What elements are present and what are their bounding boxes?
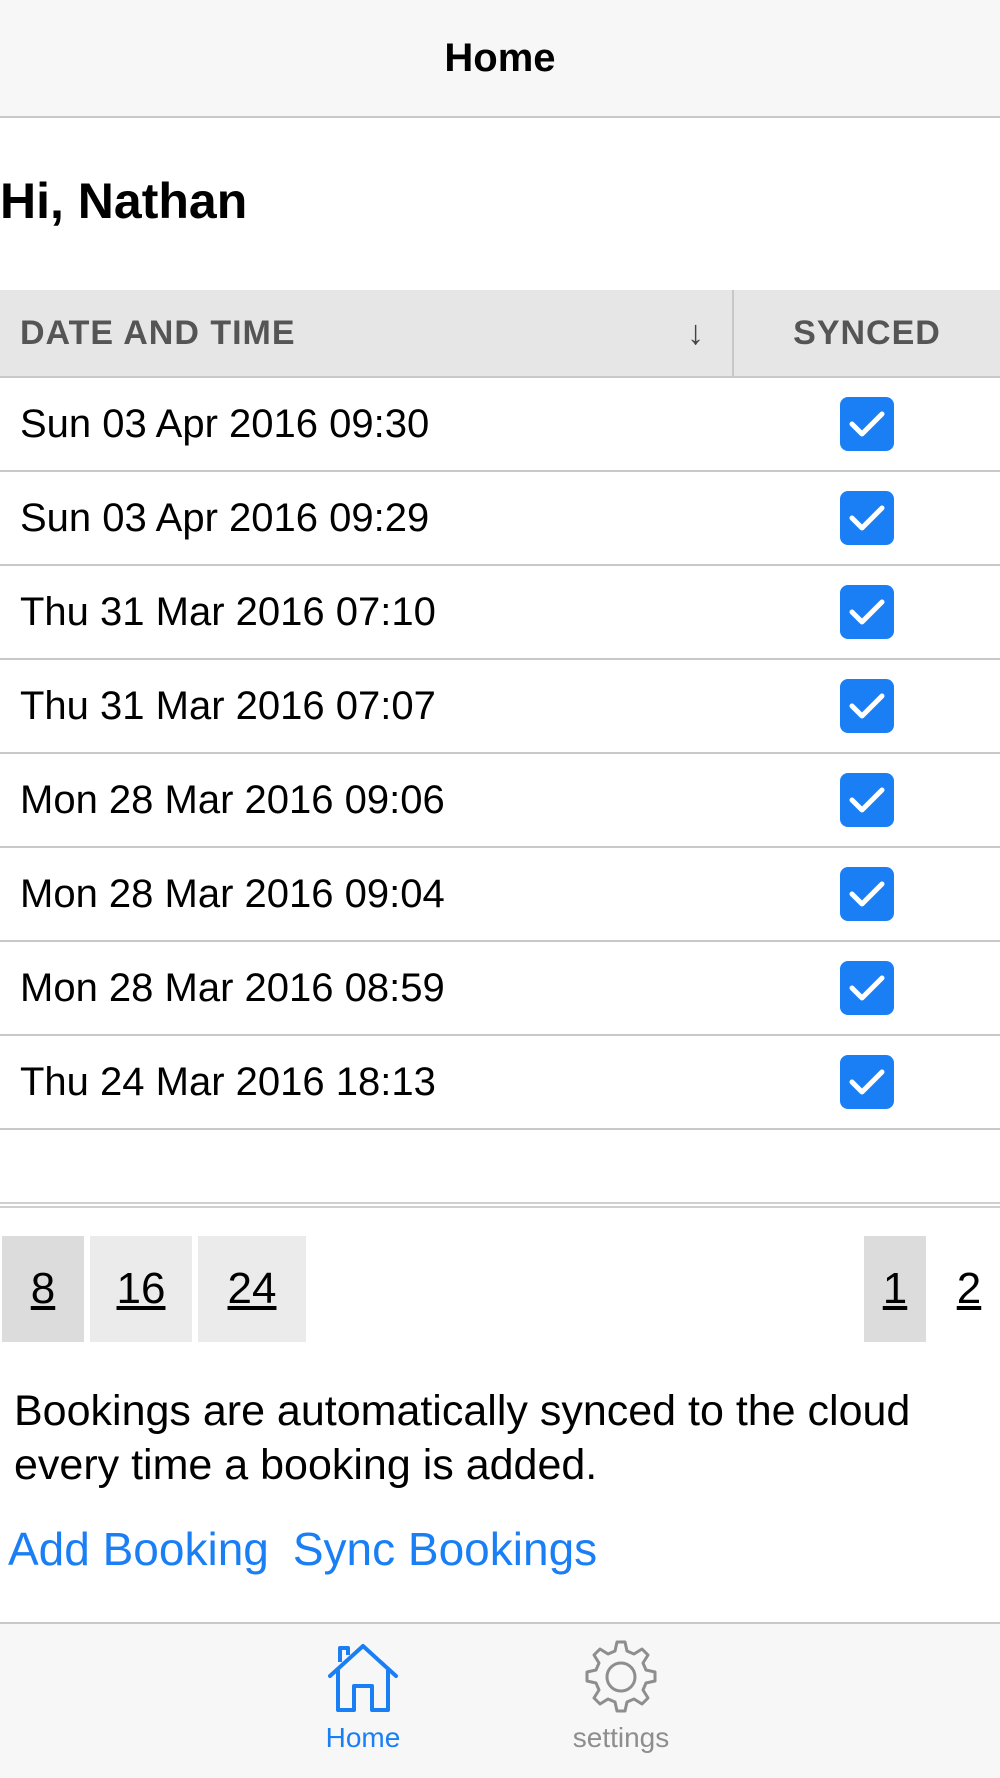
table-row[interactable]: Thu 31 Mar 2016 07:10: [0, 566, 1000, 660]
booking-date: Mon 28 Mar 2016 08:59: [20, 965, 445, 1010]
greeting-text: Hi, Nathan: [0, 173, 248, 229]
synced-column-label: SYNCED: [793, 313, 941, 352]
checkmark-icon: [849, 411, 885, 437]
tab-home-label: Home: [325, 1722, 401, 1753]
sync-bookings-link[interactable]: Sync Bookings: [293, 1522, 597, 1576]
booking-date: Sun 03 Apr 2016 09:29: [20, 495, 430, 540]
checkmark-icon: [849, 787, 885, 813]
synced-checkbox[interactable]: [840, 491, 894, 545]
bookings-grid: DATE AND TIME ↓ SYNCED Sun 03 Apr 2016 0…: [0, 290, 1000, 1130]
gear-icon: [585, 1640, 657, 1713]
table-row[interactable]: Mon 28 Mar 2016 09:06: [0, 754, 1000, 848]
page-1-button[interactable]: 1: [864, 1236, 926, 1342]
page-title: Home: [444, 35, 556, 80]
page-2-button[interactable]: 2: [938, 1236, 1000, 1342]
home-icon: [328, 1644, 398, 1712]
sync-info-text: Bookings are automatically synced to the…: [14, 1387, 911, 1489]
navigation-bar: Home: [0, 0, 1000, 118]
booking-date: Mon 28 Mar 2016 09:06: [20, 777, 445, 822]
pagination: 1 2: [864, 1236, 1000, 1342]
synced-checkbox[interactable]: [840, 679, 894, 733]
table-row[interactable]: Sun 03 Apr 2016 09:30: [0, 378, 1000, 472]
synced-checkbox[interactable]: [840, 867, 894, 921]
grid-footer-divider: [0, 1202, 1000, 1208]
tab-bar: Home settings: [0, 1622, 1000, 1778]
synced-column-header[interactable]: SYNCED: [734, 290, 1000, 376]
grid-header: DATE AND TIME ↓ SYNCED: [0, 290, 1000, 378]
checkmark-icon: [849, 881, 885, 907]
checkmark-icon: [849, 1069, 885, 1095]
checkmark-icon: [849, 505, 885, 531]
checkmark-icon: [849, 599, 885, 625]
synced-checkbox[interactable]: [840, 773, 894, 827]
synced-checkbox[interactable]: [840, 1055, 894, 1109]
page-size-24-button[interactable]: 24: [198, 1236, 306, 1342]
page-size-8-button[interactable]: 8: [2, 1236, 84, 1342]
table-row[interactable]: Sun 03 Apr 2016 09:29: [0, 472, 1000, 566]
page-size-selector: 8 16 24: [2, 1236, 306, 1342]
sort-down-arrow-icon[interactable]: ↓: [687, 314, 704, 353]
action-links: Add Booking Sync Bookings: [8, 1522, 597, 1576]
tab-settings-label: settings: [572, 1722, 670, 1753]
tab-settings[interactable]: settings: [541, 1638, 701, 1754]
synced-checkbox[interactable]: [840, 961, 894, 1015]
date-column-header[interactable]: DATE AND TIME ↓: [0, 290, 734, 376]
checkmark-icon: [849, 693, 885, 719]
table-row[interactable]: Thu 24 Mar 2016 18:13: [0, 1036, 1000, 1130]
page-size-16-button[interactable]: 16: [90, 1236, 192, 1342]
booking-date: Thu 31 Mar 2016 07:10: [20, 589, 436, 634]
booking-date: Thu 24 Mar 2016 18:13: [20, 1059, 436, 1104]
synced-checkbox[interactable]: [840, 397, 894, 451]
booking-date: Thu 31 Mar 2016 07:07: [20, 683, 436, 728]
checkmark-icon: [849, 975, 885, 1001]
table-row[interactable]: Mon 28 Mar 2016 08:59: [0, 942, 1000, 1036]
synced-checkbox[interactable]: [840, 585, 894, 639]
booking-date: Sun 03 Apr 2016 09:30: [20, 401, 430, 446]
table-row[interactable]: Mon 28 Mar 2016 09:04: [0, 848, 1000, 942]
tab-home[interactable]: Home: [283, 1638, 443, 1754]
date-column-label: DATE AND TIME: [20, 313, 296, 352]
table-row[interactable]: Thu 31 Mar 2016 07:07: [0, 660, 1000, 754]
booking-date: Mon 28 Mar 2016 09:04: [20, 871, 445, 916]
add-booking-link[interactable]: Add Booking: [8, 1522, 269, 1576]
